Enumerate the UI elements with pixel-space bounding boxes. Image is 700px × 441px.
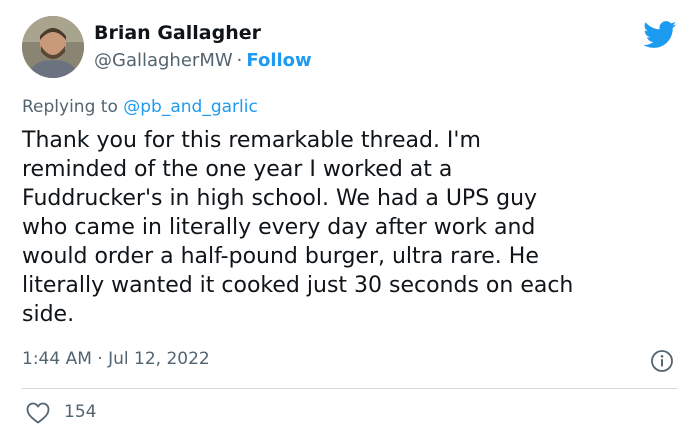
divider (22, 388, 678, 389)
like-count: 154 (64, 402, 97, 422)
avatar-image (22, 16, 84, 78)
reply-mention-link[interactable]: @pb_and_garlic (123, 97, 258, 117)
tweet-card: Brian Gallagher @GallagherMW · Follow Repl… (0, 0, 700, 441)
heart-icon[interactable] (26, 402, 50, 424)
separator-dot: · (236, 50, 243, 71)
follow-button[interactable]: Follow (246, 50, 311, 71)
replying-to: Replying to @pb_and_garlic (22, 97, 258, 117)
twitter-bird-icon[interactable] (643, 21, 677, 49)
replying-prefix: Replying to (22, 97, 118, 117)
tweet-timestamp[interactable]: 1:44 AM · Jul 12, 2022 (22, 349, 210, 369)
tweet-text: Thank you for this remarkable thread. I'… (22, 128, 574, 327)
info-icon[interactable] (650, 349, 674, 373)
avatar[interactable] (22, 16, 84, 78)
author-handle-row: @GallagherMW · Follow (94, 50, 312, 71)
author-name[interactable]: Brian Gallagher (94, 22, 261, 44)
author-handle[interactable]: @GallagherMW (94, 50, 233, 71)
